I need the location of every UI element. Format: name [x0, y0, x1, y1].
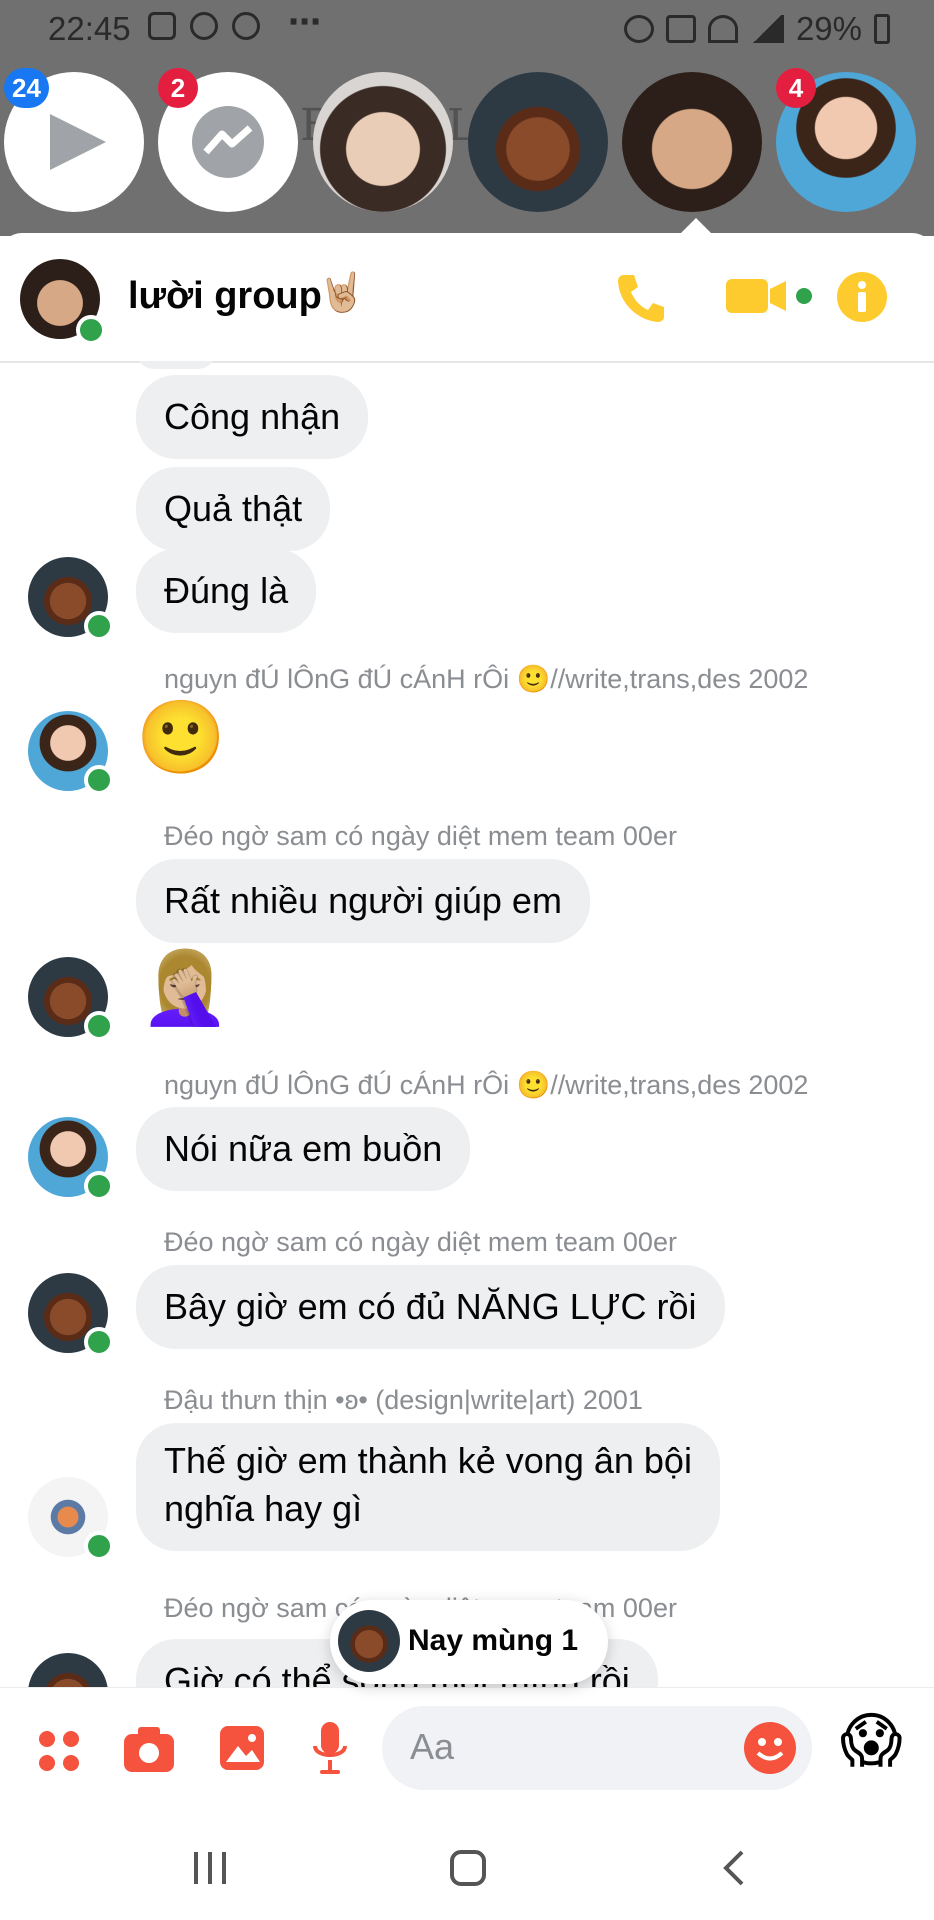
- message-bubble-partial: [136, 361, 216, 369]
- sender-name: Đéo ngờ sam có ngày diệt mem team 00er: [164, 821, 677, 851]
- emoji-picker-icon[interactable]: [744, 1722, 796, 1774]
- online-indicator: [84, 1327, 114, 1357]
- sender-name: Đéo ngờ sam có ngày diệt mem team 00er: [164, 1227, 677, 1257]
- battery-percent: 29%: [795, 10, 862, 47]
- emoji-message[interactable]: 🙂: [136, 695, 226, 780]
- message-bubble[interactable]: Quả thật: [136, 467, 331, 551]
- info-icon[interactable]: [836, 271, 888, 323]
- home-icon[interactable]: [448, 1848, 488, 1888]
- message-bubble[interactable]: Đúng là: [136, 549, 317, 633]
- chat-head-contact[interactable]: [313, 72, 453, 212]
- message-bubble[interactable]: Thế giờ em thành kẻ vong ân bội nghĩa ha…: [136, 1423, 720, 1551]
- online-indicator: [76, 315, 106, 345]
- chat-head-contact-active[interactable]: [622, 72, 762, 212]
- gallery-icon: [148, 12, 176, 40]
- more-actions-icon[interactable]: [36, 1728, 82, 1774]
- online-indicator: [84, 1011, 114, 1041]
- status-bar: 22:45 ⋯ 29%: [0, 0, 934, 58]
- wifi-icon: [707, 15, 738, 43]
- status-time: 22:45: [48, 10, 131, 47]
- toast-avatar: [338, 1610, 400, 1672]
- composer-bar: Aa 😱: [0, 1687, 934, 1810]
- camera-icon[interactable]: [122, 1724, 176, 1774]
- chat-pointer: [680, 218, 712, 234]
- message-input-placeholder: Aa: [410, 1726, 455, 1767]
- gallery-icon[interactable]: [218, 1724, 266, 1772]
- sender-name: Đậu thưn thịn •ʚ• (design|write|art) 200…: [164, 1385, 643, 1415]
- online-indicator: [84, 1171, 114, 1201]
- message-input[interactable]: Aa: [382, 1706, 812, 1790]
- conversation-title[interactable]: lười group: [128, 275, 322, 318]
- new-message-toast[interactable]: Nay mùng 1: [330, 1600, 608, 1684]
- toast-label: Nay mùng 1: [408, 1624, 579, 1657]
- chat-head-badge: 24: [4, 68, 49, 108]
- back-icon[interactable]: [716, 1848, 756, 1888]
- chat-header: lười group 🤘🏼: [0, 233, 934, 363]
- messenger-notification-icon: [190, 12, 218, 40]
- recent-apps-icon[interactable]: [190, 1848, 230, 1888]
- sender-name: nguyn đÚ lÔnG đÚ cÁnH rÔi 🙂//write,trans…: [164, 1070, 809, 1100]
- message-bubble[interactable]: Rất nhiều người giúp em: [136, 859, 590, 943]
- quick-reaction-button[interactable]: 😱: [840, 1706, 903, 1776]
- more-notifications-icon: ⋯: [288, 3, 324, 40]
- message-bubble[interactable]: Bây giờ em có đủ NĂNG LỰC rồi: [136, 1265, 725, 1349]
- avatar[interactable]: [28, 1653, 108, 1687]
- chat-head-badge: 2: [158, 68, 198, 108]
- video-call-icon[interactable]: [724, 273, 814, 321]
- online-indicator: [84, 1531, 114, 1561]
- phone-call-icon[interactable]: [612, 269, 668, 325]
- chat-window: lười group 🤘🏼 Công nhận Quả thật Đúng là…: [0, 233, 934, 1810]
- message-bubble[interactable]: Nói nữa em buồn: [136, 1107, 471, 1191]
- alarm-icon: [623, 15, 654, 43]
- title-emoji: 🤘🏼: [318, 272, 366, 314]
- chat-head-contact[interactable]: [468, 72, 608, 212]
- microphone-icon[interactable]: [310, 1720, 350, 1778]
- online-indicator: [84, 765, 114, 795]
- notification-icons: [148, 12, 260, 40]
- system-navigation-bar: [0, 1810, 934, 1920]
- mute-icon: [665, 15, 696, 43]
- online-indicator: [84, 611, 114, 641]
- message-list: Công nhận Quả thật Đúng là nguyn đÚ lÔnG…: [0, 361, 934, 1687]
- sender-name: nguyn đÚ lÔnG đÚ cÁnH rÔi 🙂//write,trans…: [164, 664, 809, 694]
- chat-head-badge: 4: [776, 68, 816, 108]
- chrome-icon: [232, 12, 260, 40]
- signal-icon: [749, 15, 784, 43]
- message-bubble[interactable]: Công nhận: [136, 375, 369, 459]
- system-icons: 29%: [623, 10, 890, 48]
- battery-icon: [874, 14, 890, 44]
- emoji-message[interactable]: 🤦🏼‍♀️: [140, 945, 230, 1030]
